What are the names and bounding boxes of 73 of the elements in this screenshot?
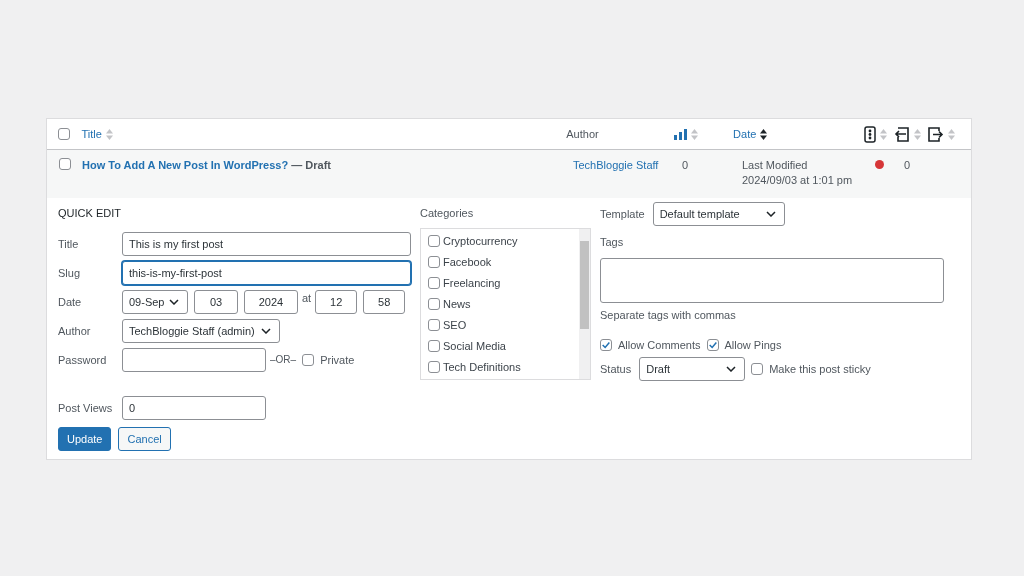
column-header[interactable]: Date (733, 128, 757, 140)
update-button[interactable]: Update (58, 427, 112, 451)
cancel-button[interactable]: Cancel (118, 427, 171, 451)
field-label: Date (58, 295, 83, 308)
allow-comments-label: Allow Comments (618, 339, 701, 351)
category-checkbox[interactable] (428, 361, 440, 373)
category-label: Facebook (443, 256, 492, 268)
sticky-checkbox[interactable] (751, 363, 764, 375)
status-label: Status (600, 363, 632, 375)
date-label: Last Modified (742, 159, 808, 171)
category-label: SEO (443, 319, 467, 331)
day-input[interactable]: 03 (194, 289, 238, 314)
password-input[interactable] (122, 347, 266, 372)
author-link[interactable]: TechBloggie Staff (573, 159, 659, 171)
select-all-checkbox[interactable] (58, 128, 71, 140)
category-checkbox[interactable] (428, 235, 440, 247)
row-checkbox[interactable] (58, 158, 71, 170)
date-value: 2024/09/03 at 1:01 pm (742, 174, 853, 186)
at-label: at (302, 292, 312, 304)
post-title-link[interactable]: How To Add A New Post In WordPress? (82, 159, 289, 171)
hour-input[interactable]: 12 (315, 289, 358, 314)
tags-label: Tags (600, 236, 625, 250)
category-checkbox[interactable] (428, 277, 440, 289)
category-label: Social Media (443, 340, 506, 352)
categories-label: Categories (420, 206, 475, 221)
field-label: Password (58, 353, 108, 366)
author-select[interactable]: TechBloggie Staff (admin) (122, 318, 280, 343)
link-out-icon[interactable] (926, 125, 944, 143)
allow-pings-label: Allow Pings (724, 339, 782, 351)
column-header[interactable]: Title (81, 128, 102, 140)
allow-comments-checkbox[interactable] (600, 339, 612, 351)
tags-textarea[interactable] (600, 258, 944, 303)
category-label: Freelancing (443, 277, 501, 289)
category-checkbox[interactable] (428, 256, 440, 268)
scrollbar[interactable] (579, 229, 590, 379)
category-label: Cryptocurrency (443, 235, 518, 247)
private-checkbox[interactable] (302, 353, 315, 366)
category-label: Tech Definitions (443, 361, 521, 373)
chevron-down-icon (765, 210, 776, 217)
category-label: News (443, 298, 471, 310)
or-label: –OR– (270, 354, 297, 365)
category-checkbox[interactable] (428, 298, 440, 310)
category-checkbox[interactable] (428, 319, 440, 331)
minute-input[interactable]: 58 (363, 289, 406, 314)
quick-edit-heading: QUICK EDIT (58, 206, 122, 221)
private-label: Private (320, 353, 355, 366)
tags-hint: Separate tags with commas (600, 309, 737, 321)
year-input[interactable]: 2024 (244, 289, 298, 314)
field-label: Title (58, 237, 80, 250)
status-select[interactable]: Draft (639, 357, 746, 381)
post-state: — Draft (290, 159, 331, 171)
bar-chart-icon[interactable] (673, 128, 687, 140)
slug-input[interactable]: this-is-my-first-post (122, 260, 411, 285)
chevron-down-icon (726, 366, 737, 372)
sort-icon[interactable] (760, 128, 768, 140)
chevron-down-icon (169, 298, 179, 305)
post-views-input[interactable]: 0 (122, 395, 266, 420)
chevron-down-icon (261, 327, 271, 334)
sticky-label: Make this post sticky (769, 363, 871, 375)
traffic-light-icon[interactable] (864, 125, 877, 143)
template-select[interactable]: Default template (652, 201, 785, 226)
month-select[interactable]: 09-Sep (122, 289, 188, 314)
column-header: Author (566, 128, 599, 140)
field-label: Author (58, 324, 92, 337)
field-label: Post Views (58, 401, 114, 414)
allow-pings-checkbox[interactable] (706, 339, 719, 351)
template-label: Template (600, 207, 645, 220)
title-input[interactable]: This is my first post (122, 231, 411, 256)
link-in-icon[interactable] (893, 125, 910, 143)
views-count: 0 (682, 159, 689, 171)
category-checkbox[interactable] (428, 340, 440, 352)
link-count: 0 (904, 159, 911, 171)
field-label: Slug (58, 266, 82, 279)
